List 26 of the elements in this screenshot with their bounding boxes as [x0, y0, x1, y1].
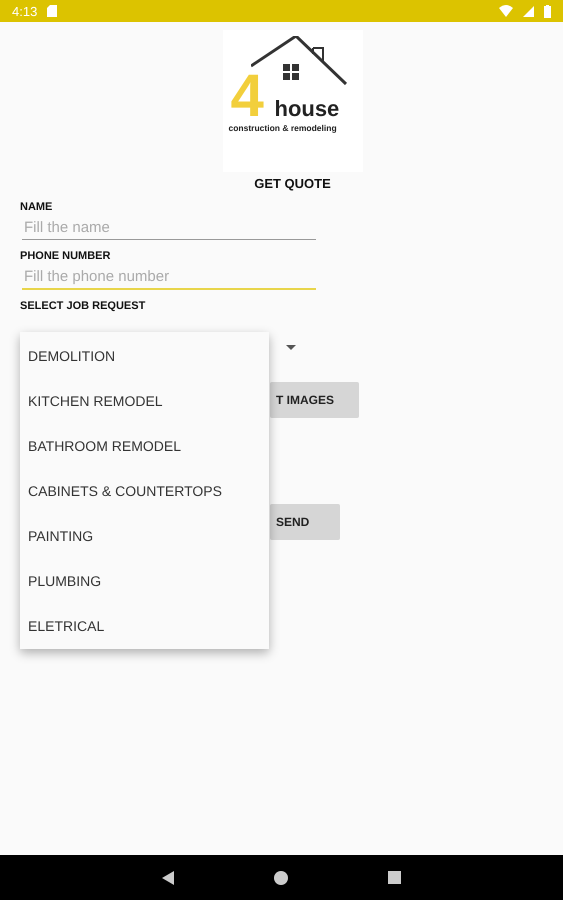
input-field[interactable]: Fill the phone number — [22, 262, 316, 290]
logo-word: house — [274, 96, 340, 122]
signal-icon — [523, 6, 534, 16]
back-icon[interactable] — [162, 870, 174, 884]
menu-item[interactable]: PAINTING — [20, 513, 269, 558]
menu-item[interactable]: BATHROOM REMODEL — [20, 423, 269, 468]
field-label: SELECT JOB REQUEST — [20, 300, 146, 312]
menu-item[interactable]: DEMOLITION — [20, 333, 269, 378]
dropdown-arrow-icon[interactable] — [286, 344, 296, 350]
menu-item[interactable]: KITCHEN REMODEL — [20, 378, 269, 423]
sd-card-icon — [47, 5, 58, 17]
field-label: NAME — [20, 201, 54, 213]
menu-item[interactable]: PLUMBING — [20, 558, 269, 603]
input-field[interactable]: Fill the name — [22, 213, 316, 240]
battery-icon — [544, 4, 551, 18]
page-title: GET QUOTE — [254, 176, 331, 191]
send-button[interactable]: SEND — [270, 504, 340, 540]
menu-item[interactable]: CABINETS & COUNTERTOPS — [20, 468, 269, 513]
clock: 4:13 — [12, 4, 38, 18]
images-button[interactable]: T IMAGES — [270, 382, 359, 418]
logo-tagline: construction & remodeling — [228, 123, 337, 133]
wifi-icon — [499, 5, 513, 17]
field-label: PHONE NUMBER — [20, 250, 112, 262]
menu-item[interactable]: ELETRICAL — [20, 603, 269, 648]
home-icon[interactable] — [274, 870, 288, 884]
logo-digit: 4 — [230, 72, 264, 120]
